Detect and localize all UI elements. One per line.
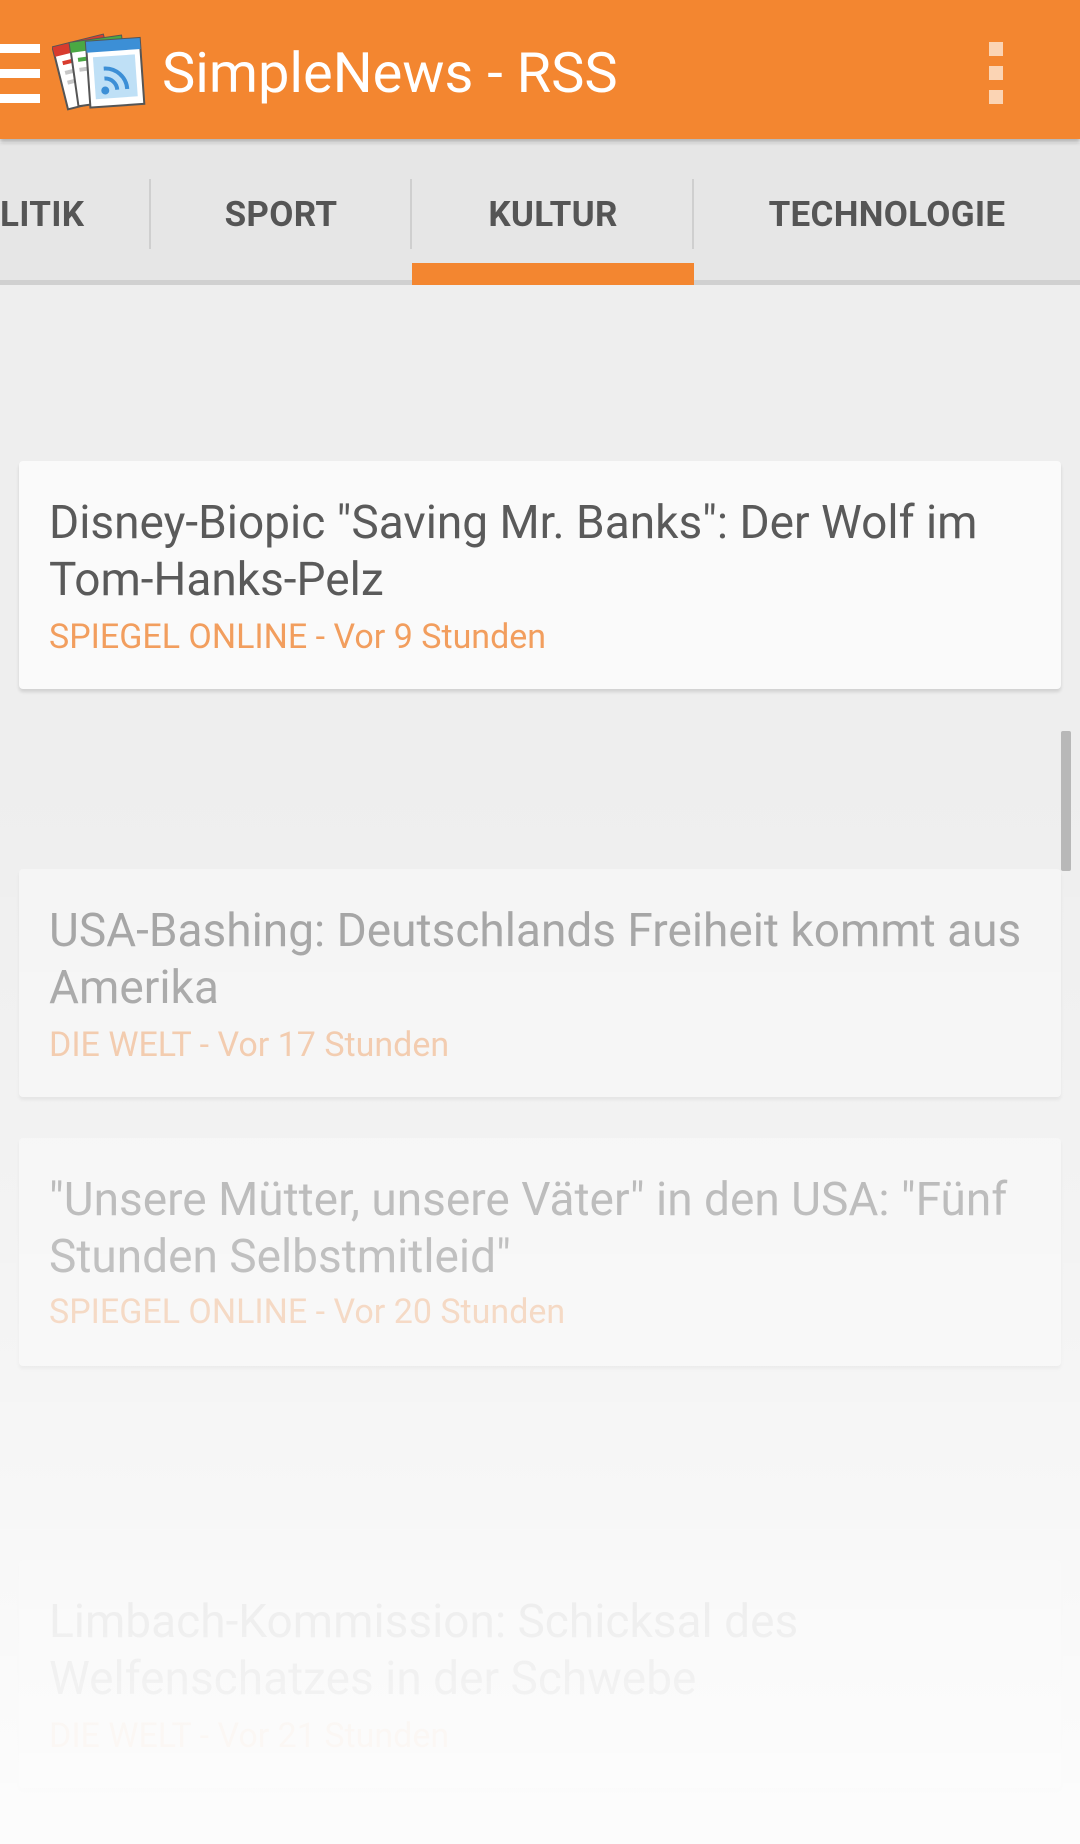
tab-label: SPORT: [224, 193, 338, 235]
article-title: "Unsere Mütter, unsere Väter" in den USA…: [49, 1173, 1008, 1284]
tab-label: TECHNOLOGIE: [768, 193, 1006, 235]
simplenews-logo-icon[interactable]: [51, 22, 152, 118]
article-source-time: DIE WELT - Vor 17 Stunden: [49, 1025, 450, 1065]
scrollbar[interactable]: [1061, 731, 1071, 871]
article-card[interactable]: Limbach-Kommission: Schicksal des Welfen…: [19, 1560, 1061, 1788]
tab-label: LITIK: [0, 193, 85, 235]
app-title: SimpleNews - RSS: [162, 40, 618, 106]
hamburger-menu-icon[interactable]: [0, 44, 40, 104]
article-card[interactable]: USA-Bashing: Deutschlands Freiheit kommt…: [19, 869, 1061, 1097]
tab-label: KULTUR: [488, 193, 618, 235]
article-source-time: SPIEGEL ONLINE - Vor 20 Stunden: [49, 1292, 566, 1332]
article-title: Disney-Biopic "Saving Mr. Banks": Der Wo…: [49, 496, 978, 607]
tab-technologie[interactable]: TECHNOLOGIE: [694, 143, 1080, 285]
article-source-time: DIE WELT - Vor 21 Stunden: [49, 1716, 450, 1756]
app-bar: SimpleNews - RSS: [0, 0, 1080, 139]
article-title: USA-Bashing: Deutschlands Freiheit kommt…: [49, 904, 1022, 1015]
article-card[interactable]: Disney-Biopic "Saving Mr. Banks": Der Wo…: [19, 461, 1061, 689]
tab-politik[interactable]: LITIK: [0, 143, 84, 285]
article-card[interactable]: "Unsere Mütter, unsere Väter" in den USA…: [19, 1138, 1061, 1366]
selected-tab-indicator: [412, 263, 694, 285]
tab-sport[interactable]: SPORT: [151, 143, 411, 285]
article-title: Limbach-Kommission: Schicksal des Welfen…: [49, 1595, 799, 1706]
article-source-time: SPIEGEL ONLINE - Vor 9 Stunden: [49, 617, 547, 657]
overflow-menu-icon[interactable]: [976, 38, 1016, 108]
